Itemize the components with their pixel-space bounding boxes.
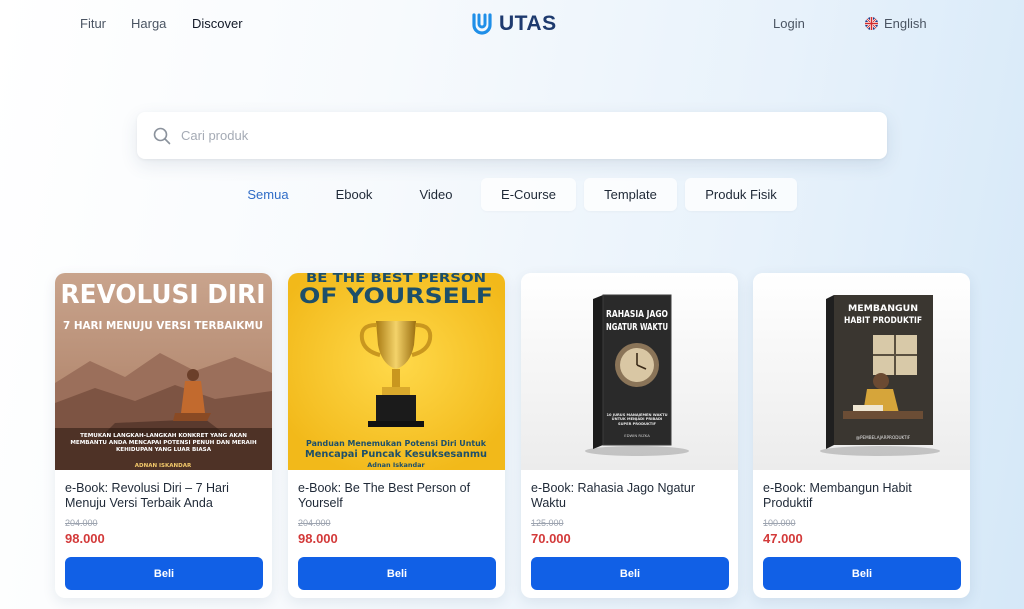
login-link[interactable]: Login bbox=[773, 16, 805, 31]
language-label: English bbox=[884, 16, 927, 31]
sale-price: 98.000 bbox=[298, 531, 338, 546]
tab-ebook[interactable]: Ebook bbox=[318, 178, 390, 211]
cover-line1: MEMBANGUN bbox=[848, 304, 918, 314]
product-title: e-Book: Be The Best Person of Yourself bbox=[298, 481, 471, 510]
cover-line2: NGATUR WAKTU bbox=[606, 322, 668, 333]
product-title: e-Book: Rahasia Jago Ngatur Waktu bbox=[531, 481, 695, 510]
tab-video[interactable]: Video bbox=[400, 178, 472, 211]
cover-body: 10 JURUS MANAJEMEN WAKTU UNTUK MENJADI P… bbox=[606, 413, 668, 426]
cover-line1: RAHASIA JAGO bbox=[606, 309, 668, 320]
buy-button[interactable]: Beli bbox=[298, 557, 496, 590]
cover-author: @PEMBELAJARPRODUKTIF bbox=[856, 435, 911, 440]
product-card[interactable]: BE THE BEST PERSON OF YOURSELF Panduan M… bbox=[288, 273, 505, 598]
product-card[interactable]: MEMBANGUN HABIT PRODUKTIF @PEMBELAJARPRO… bbox=[753, 273, 970, 598]
product-cover-image: MEMBANGUN HABIT PRODUKTIF @PEMBELAJARPRO… bbox=[753, 273, 970, 470]
nav-link-discover[interactable]: Discover bbox=[192, 16, 243, 31]
buy-button[interactable]: Beli bbox=[65, 557, 263, 590]
cover-line2: OF YOURSELF bbox=[299, 284, 493, 308]
product-cover-image: REVOLUSI DIRI 7 HARI MENUJU VERSI TERBAI… bbox=[55, 273, 272, 470]
tab-produk-fisik[interactable]: Produk Fisik bbox=[685, 178, 797, 211]
search-input[interactable] bbox=[181, 128, 861, 143]
original-price: 100.000 bbox=[763, 518, 796, 528]
cover-body-line2: Mencapai Puncak Kesuksesanmu bbox=[305, 449, 487, 460]
cover-subheadline: 7 HARI MENUJU VERSI TERBAIKMU bbox=[63, 319, 263, 332]
cover-author: EDWIN RIZKA bbox=[624, 433, 650, 438]
sale-price: 98.000 bbox=[65, 531, 105, 546]
logo-text: UTAS bbox=[499, 12, 557, 35]
tab-semua[interactable]: Semua bbox=[232, 178, 304, 211]
top-nav: Fitur Harga Discover UTAS Login English bbox=[0, 0, 1024, 48]
cover-body: TEMUKAN LANGKAH-LANGKAH KONKRET YANG AKA… bbox=[70, 433, 257, 453]
sale-price: 70.000 bbox=[531, 531, 571, 546]
product-title: e-Book: Membangun Habit Produktif bbox=[763, 481, 912, 510]
search-bar[interactable] bbox=[137, 112, 887, 159]
tab-template[interactable]: Template bbox=[584, 178, 677, 211]
cover-body-line1: Panduan Menemukan Potensi Diri Untuk bbox=[306, 438, 487, 448]
original-price: 204.000 bbox=[298, 518, 331, 528]
cover-line2: HABIT PRODUKTIF bbox=[844, 316, 922, 326]
search-icon bbox=[153, 127, 171, 144]
original-price: 125.000 bbox=[531, 518, 564, 528]
utas-logo[interactable]: UTAS bbox=[470, 10, 557, 38]
nav-link-fitur[interactable]: Fitur bbox=[80, 16, 106, 31]
product-cover-image: RAHASIA JAGO NGATUR WAKTU 10 JURUS MANAJ… bbox=[521, 273, 738, 470]
cover-author: Adnan Iskandar bbox=[367, 461, 425, 469]
sale-price: 47.000 bbox=[763, 531, 803, 546]
utas-logo-icon bbox=[472, 13, 492, 35]
buy-button[interactable]: Beli bbox=[531, 557, 729, 590]
product-title: e-Book: Revolusi Diri – 7 Hari Menuju Ve… bbox=[65, 481, 229, 510]
uk-flag-icon bbox=[865, 17, 878, 30]
product-card[interactable]: RAHASIA JAGO NGATUR WAKTU 10 JURUS MANAJ… bbox=[521, 273, 738, 598]
product-cover-image: BE THE BEST PERSON OF YOURSELF Panduan M… bbox=[288, 273, 505, 470]
tab-e-course[interactable]: E-Course bbox=[481, 178, 576, 211]
language-selector[interactable]: English bbox=[865, 16, 927, 31]
original-price: 204.000 bbox=[65, 518, 98, 528]
product-card[interactable]: REVOLUSI DIRI 7 HARI MENUJU VERSI TERBAI… bbox=[55, 273, 272, 598]
cover-author: ADNAN ISKANDAR bbox=[135, 463, 192, 469]
cover-headline: REVOLUSI DIRI bbox=[61, 280, 266, 310]
nav-link-harga[interactable]: Harga bbox=[131, 16, 166, 31]
buy-button[interactable]: Beli bbox=[763, 557, 961, 590]
